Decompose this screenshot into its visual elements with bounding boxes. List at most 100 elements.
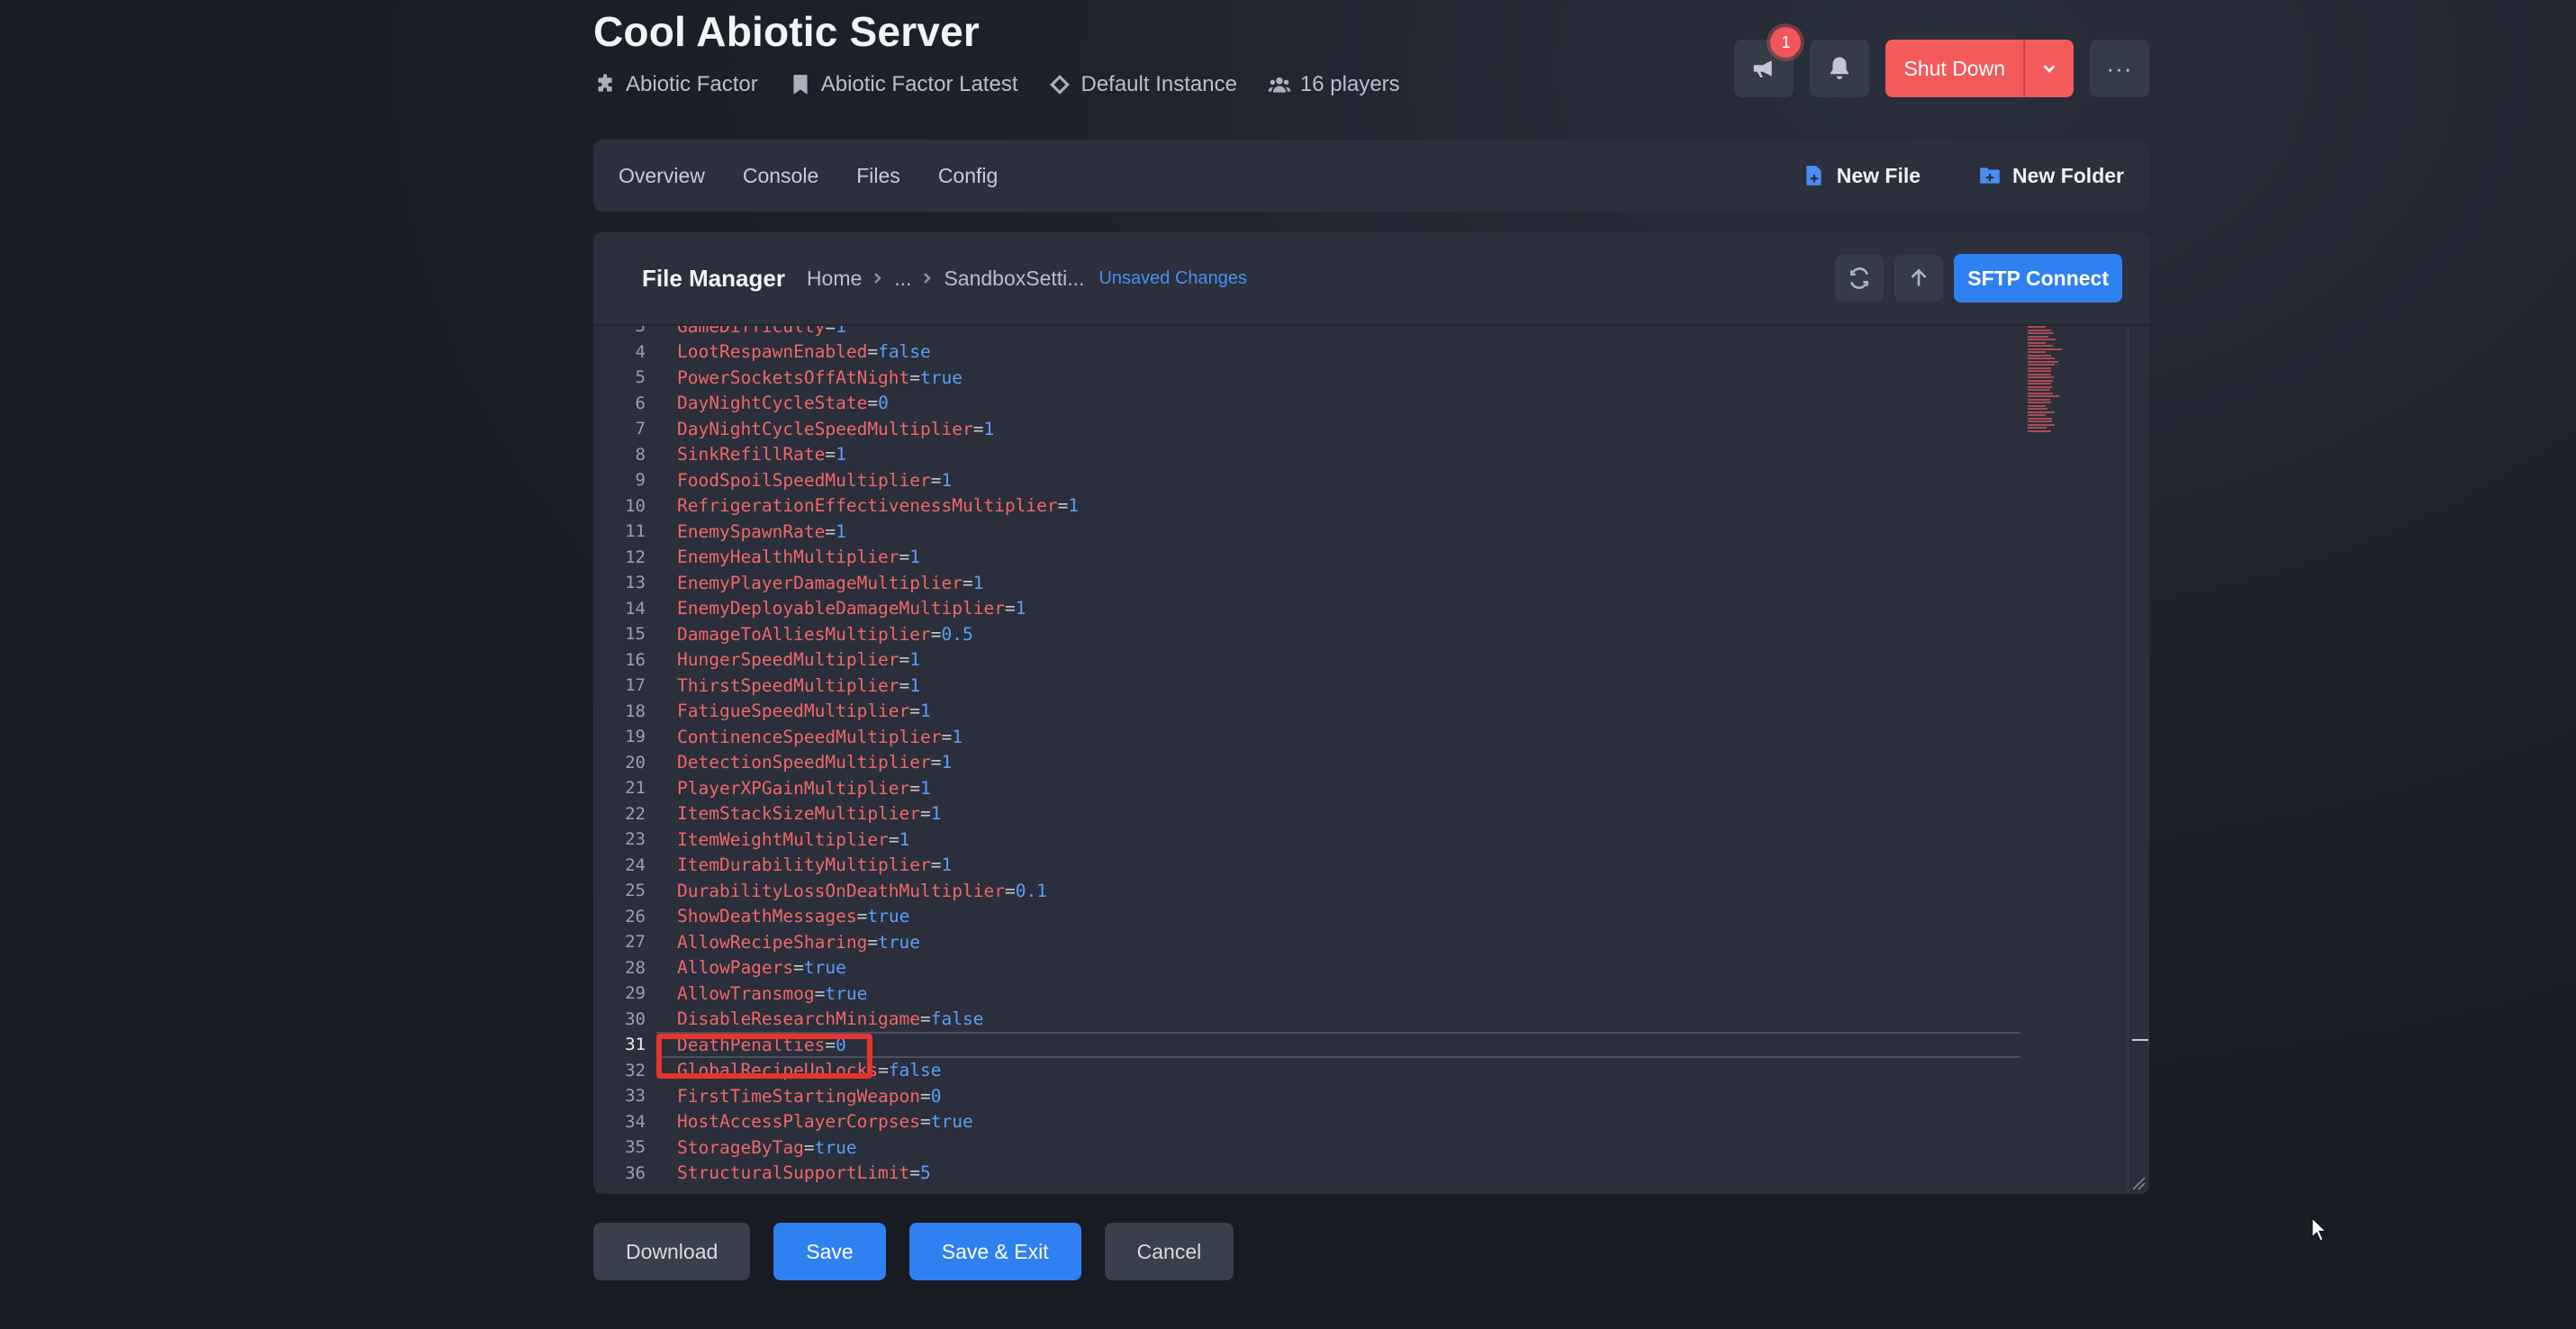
- code-line[interactable]: 10 RefrigerationEffectivenessMultiplier=1: [593, 493, 2020, 520]
- code-line[interactable]: 8 SinkRefillRate=1: [593, 442, 2020, 468]
- code-line[interactable]: 5 PowerSocketsOffAtNight=true: [593, 365, 2020, 391]
- code-line[interactable]: 22 ItemStackSizeMultiplier=1: [593, 801, 2020, 827]
- code-line[interactable]: 4 LootRespawnEnabled=false: [593, 339, 2020, 366]
- setting-value: 1: [920, 701, 931, 722]
- minimap-line: [2028, 335, 2049, 338]
- meta-instance: Default Instance: [1048, 72, 1237, 97]
- diamond-icon: [1050, 75, 1071, 95]
- code-line[interactable]: 19 ContinenceSpeedMultiplier=1: [593, 724, 2020, 750]
- minimap-line: [2028, 339, 2056, 340]
- setting-key: EnemyPlayerDamageMultiplier: [677, 572, 963, 593]
- save-button[interactable]: Save: [773, 1223, 886, 1280]
- new-folder-button[interactable]: New Folder: [1978, 164, 2124, 188]
- sftp-connect-button[interactable]: SFTP Connect: [1954, 254, 2122, 303]
- refresh-button[interactable]: [1835, 255, 1885, 302]
- go-up-button[interactable]: [1894, 255, 1944, 302]
- code-line[interactable]: 11 EnemySpawnRate=1: [593, 519, 2020, 545]
- line-number: 18: [625, 701, 646, 721]
- code-line[interactable]: 29 AllowTransmog=true: [593, 981, 2020, 1007]
- line-number: 29: [625, 983, 646, 1004]
- code-text: EnemyDeployableDamageMultiplier=1: [677, 598, 1026, 619]
- breadcrumb-ellipsis[interactable]: ...: [894, 267, 911, 291]
- setting-value: 1: [941, 752, 953, 773]
- setting-key: ThirstSpeedMultiplier: [677, 674, 899, 696]
- shutdown-button[interactable]: Shut Down: [1885, 40, 2023, 97]
- tab-overview[interactable]: Overview: [619, 164, 705, 188]
- setting-value: 1: [941, 854, 953, 876]
- equals-sign: =: [899, 674, 910, 696]
- nav-tabs: Overview Console Files Config: [619, 164, 998, 188]
- code-text: AllowPagers=true: [677, 957, 846, 978]
- more-dots-icon: ···: [2106, 54, 2133, 82]
- code-line[interactable]: 33 FirstTimeStartingWeapon=0: [593, 1083, 2020, 1109]
- setting-value: 1: [983, 418, 995, 439]
- code-text: FoodSpoilSpeedMultiplier=1: [677, 470, 952, 491]
- more-button[interactable]: ···: [2090, 40, 2149, 97]
- shutdown-dropdown-button[interactable]: [2023, 40, 2074, 97]
- minimap-line: [2028, 366, 2051, 369]
- code-line[interactable]: 6 DayNightCycleState=0: [593, 391, 2020, 417]
- code-line[interactable]: 16 HungerSpeedMultiplier=1: [593, 647, 2020, 674]
- save-and-exit-button[interactable]: Save & Exit: [908, 1223, 1081, 1280]
- tab-console[interactable]: Console: [743, 164, 818, 188]
- code-line[interactable]: 14 EnemyDeployableDamageMultiplier=1: [593, 596, 2020, 622]
- tab-config[interactable]: Config: [938, 164, 998, 188]
- setting-key: EnemySpawnRate: [677, 520, 826, 542]
- code-line[interactable]: 3 GameDifficulty=1: [593, 326, 2020, 339]
- equals-sign: =: [909, 366, 921, 388]
- code-line[interactable]: 30 DisableResearchMinigame=false: [593, 1007, 2020, 1033]
- code-line[interactable]: 7 DayNightCycleSpeedMultiplier=1: [593, 416, 2020, 442]
- code-line[interactable]: 15 DamageToAlliesMultiplier=0.5: [593, 621, 2020, 647]
- setting-value: 1: [941, 469, 953, 491]
- equals-sign: =: [867, 393, 879, 414]
- setting-value: 5: [920, 1162, 931, 1184]
- editor-minimap[interactable]: [2028, 326, 2064, 432]
- code-line[interactable]: 34 HostAccessPlayerCorpses=true: [593, 1109, 2020, 1135]
- minimap-line: [2028, 364, 2055, 366]
- editor-scrollbar[interactable]: [2128, 326, 2149, 1194]
- code-editor[interactable]: 3 GameDifficulty=1 4 LootRespawnEnabled=fal…: [593, 326, 2149, 1194]
- meta-version: Abiotic Factor Latest: [789, 72, 1017, 97]
- code-text: FatigueSpeedMultiplier=1: [677, 701, 931, 721]
- code-text: PowerSocketsOffAtNight=true: [677, 367, 963, 388]
- equals-sign: =: [909, 777, 921, 799]
- code-line[interactable]: 25 DurabilityLossOnDeathMultiplier=0.1: [593, 878, 2020, 904]
- line-number: 17: [625, 675, 646, 696]
- code-line[interactable]: 24 ItemDurabilityMultiplier=1: [593, 853, 2020, 879]
- code-line[interactable]: 36 StructuralSupportLimit=5: [593, 1161, 2020, 1187]
- setting-value: 1: [1015, 598, 1026, 619]
- code-line[interactable]: 27 AllowRecipeSharing=true: [593, 929, 2020, 955]
- folder-plus-icon: [1980, 167, 2000, 184]
- code-line[interactable]: 13 EnemyPlayerDamageMultiplier=1: [593, 570, 2020, 596]
- code-text: PlayerXPGainMultiplier=1: [677, 778, 931, 799]
- resize-handle-icon[interactable]: [2129, 1174, 2146, 1190]
- code-line[interactable]: 18 FatigueSpeedMultiplier=1: [593, 699, 2020, 725]
- code-line[interactable]: 35 StorageByTag=true: [593, 1135, 2020, 1161]
- code-line[interactable]: 26 ShowDeathMessages=true: [593, 904, 2020, 930]
- code-line[interactable]: 28 AllowPagers=true: [593, 955, 2020, 981]
- download-button[interactable]: Download: [593, 1223, 751, 1280]
- chevron-right-icon: [874, 273, 882, 284]
- new-file-button[interactable]: New File: [1803, 164, 1921, 188]
- equals-sign: =: [930, 623, 942, 645]
- editor-footer-actions: Download Save Save & Exit Cancel: [593, 1223, 1234, 1280]
- code-line[interactable]: 21 PlayerXPGainMultiplier=1: [593, 775, 2020, 801]
- notifications-button[interactable]: [1810, 40, 1870, 97]
- code-text: DayNightCycleSpeedMultiplier=1: [677, 419, 994, 439]
- notification-badge: 1: [1770, 27, 1802, 58]
- equals-sign: =: [972, 418, 984, 439]
- announcements-button[interactable]: 1: [1734, 27, 1802, 97]
- code-text: DamageToAlliesMultiplier=0.5: [677, 624, 973, 645]
- code-line[interactable]: 12 EnemyHealthMultiplier=1: [593, 545, 2020, 571]
- code-line[interactable]: 17 ThirstSpeedMultiplier=1: [593, 673, 2020, 699]
- code-line[interactable]: 23 ItemWeightMultiplier=1: [593, 827, 2020, 853]
- cancel-button[interactable]: Cancel: [1104, 1223, 1234, 1280]
- code-line[interactable]: 20 DetectionSpeedMultiplier=1: [593, 750, 2020, 776]
- breadcrumb-home[interactable]: Home: [807, 267, 862, 291]
- top-nav: Overview Console Files Config New File N…: [593, 140, 2149, 212]
- code-text: StorageByTag=true: [677, 1137, 857, 1158]
- code-line[interactable]: 9 FoodSpoilSpeedMultiplier=1: [593, 467, 2020, 493]
- tab-files[interactable]: Files: [856, 164, 900, 188]
- megaphone-icon: [1754, 60, 1773, 77]
- new-file-label: New File: [1836, 163, 1921, 187]
